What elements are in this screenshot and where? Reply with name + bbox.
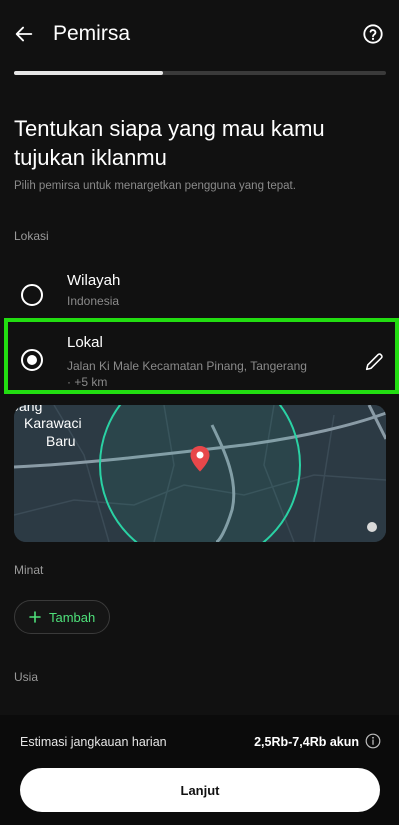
help-button[interactable] — [361, 22, 385, 46]
app-header: Pemirsa — [0, 0, 399, 70]
radio-lokal[interactable] — [21, 349, 43, 371]
add-interest-button[interactable]: Tambah — [14, 600, 111, 634]
section-label-age: Usia — [14, 670, 39, 684]
page-title: Pemirsa — [53, 22, 131, 45]
plus-icon — [29, 611, 41, 623]
location-option-wilayah[interactable]: Wilayah Indonesia — [4, 266, 399, 316]
pencil-icon — [365, 353, 383, 371]
add-interest-label: Tambah — [49, 609, 96, 625]
next-button[interactable]: Lanjut — [20, 768, 380, 812]
page-subheading: Pilih pemirsa untuk menargetkan pengguna… — [14, 180, 296, 192]
progress-fill — [14, 71, 163, 75]
map-pin-icon — [190, 446, 210, 472]
arrow-left-icon — [15, 26, 33, 42]
option-title: Lokal — [67, 334, 103, 351]
estimate-value: 2,5Rb-7,4Rb akun — [254, 735, 359, 749]
map-place-label: Baru — [46, 433, 76, 449]
option-title: Wilayah — [67, 272, 121, 289]
option-subtitle: Indonesia — [67, 294, 120, 308]
estimate-label: Estimasi jangkauan harian — [20, 735, 167, 749]
progress-bar — [14, 71, 386, 75]
location-option-lokal[interactable]: Lokal Jalan Ki Male Kecamatan Pinang, Ta… — [4, 322, 399, 390]
section-label-interests: Minat — [14, 563, 44, 577]
info-icon[interactable] — [365, 733, 381, 749]
page-heading: Tentukan siapa yang mau kamu tujukan ikl… — [14, 116, 325, 170]
map-place-label: Jang — [14, 405, 43, 414]
section-label-location: Lokasi — [14, 229, 49, 243]
edit-location-button[interactable] — [363, 351, 385, 373]
location-map[interactable]: Jang Karawaci Baru — [14, 405, 386, 542]
map-place-label: Karawaci — [24, 415, 82, 431]
back-button[interactable] — [10, 20, 38, 48]
radio-wilayah[interactable] — [21, 284, 43, 306]
option-subtitle: Jalan Ki Male Kecamatan Pinang, Tangeran… — [67, 359, 307, 389]
help-circle-icon — [363, 24, 383, 44]
